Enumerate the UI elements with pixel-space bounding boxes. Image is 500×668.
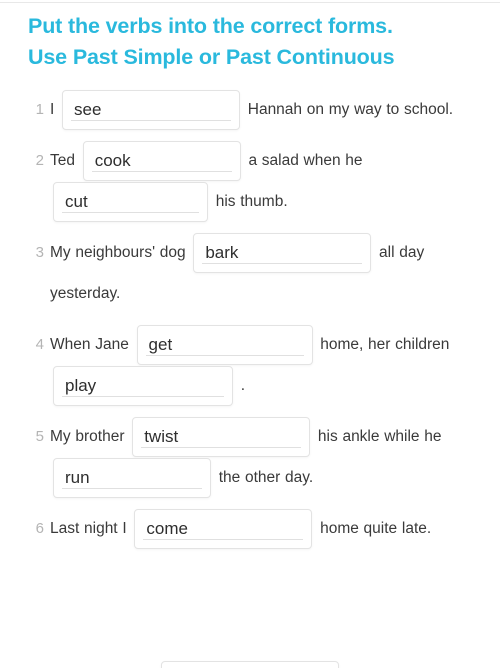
question-item-2: 2 Ted cook a salad when he cut his thumb… xyxy=(28,140,478,222)
answer-input-2b[interactable]: cut xyxy=(53,181,208,222)
answer-input-2a[interactable]: cook xyxy=(82,140,241,181)
question-text-1a: I xyxy=(50,101,55,118)
answer-value-5a: twist xyxy=(144,426,179,446)
answer-value-4a: get xyxy=(148,334,173,354)
answer-underline-2a xyxy=(91,170,232,172)
answer-input-4b[interactable]: play xyxy=(53,365,233,406)
answer-underline-4b xyxy=(62,395,224,397)
question-item-4: 4 When Jane get home, her children play … xyxy=(28,324,478,406)
answer-input-7a-partial[interactable] xyxy=(161,661,339,668)
answer-value-1a: see xyxy=(74,99,102,119)
question-text-5b: his ankle while he xyxy=(317,428,442,445)
question-item-5: 5 My brother twist his ankle while he ru… xyxy=(28,416,478,498)
answer-input-6a[interactable]: come xyxy=(134,508,313,549)
worksheet-content: Put the verbs into the correct forms. Us… xyxy=(0,0,500,549)
question-text-4a: When Jane xyxy=(50,336,129,353)
worksheet-page: Put the verbs into the correct forms. Us… xyxy=(0,0,500,668)
question-text-6b: home quite late. xyxy=(320,520,432,537)
question-text-2b: a salad when he xyxy=(248,152,363,169)
question-number-2: 2 xyxy=(35,152,44,169)
top-divider xyxy=(0,2,500,3)
question-number-1: 1 xyxy=(35,101,44,118)
question-text-6a: Last night I xyxy=(50,520,127,537)
answer-underline-1a xyxy=(71,119,232,121)
question-text-1b: Hannah on my way to school. xyxy=(247,101,454,118)
page-title: Put the verbs into the correct forms. Us… xyxy=(28,11,478,73)
answer-input-5b[interactable]: run xyxy=(53,457,211,498)
question-text-4b: home, her children xyxy=(320,336,450,353)
question-text-2a: Ted xyxy=(50,152,75,169)
answer-underline-3a xyxy=(202,262,363,264)
question-number-6: 6 xyxy=(35,520,44,537)
answer-value-4b: play xyxy=(65,375,97,395)
page-title-line-1: Put the verbs into the correct forms. xyxy=(28,14,393,38)
answer-underline-6a xyxy=(143,538,304,540)
question-list: 1 I see Hannah on my way to school. 2 Te… xyxy=(28,89,478,549)
answer-input-3a[interactable]: bark xyxy=(193,232,372,273)
answer-value-5b: run xyxy=(65,467,90,487)
answer-underline-4a xyxy=(145,354,304,356)
question-text-5a: My brother xyxy=(50,428,125,445)
answer-value-2b: cut xyxy=(65,191,88,211)
question-number-4: 4 xyxy=(35,336,44,353)
question-item-1: 1 I see Hannah on my way to school. xyxy=(28,89,478,130)
page-title-line-2: Use Past Simple or Past Continuous xyxy=(28,45,395,69)
answer-input-4a[interactable]: get xyxy=(136,324,313,365)
question-text-2c: his thumb. xyxy=(215,193,288,210)
question-text-4c: . xyxy=(240,377,246,394)
answer-underline-5b xyxy=(62,487,202,489)
question-text-3a: My neighbours' dog xyxy=(50,244,186,261)
question-text-5c: the other day. xyxy=(218,469,314,486)
answer-underline-5a xyxy=(141,446,302,448)
answer-value-3a: bark xyxy=(205,242,239,262)
answer-input-5a[interactable]: twist xyxy=(132,416,311,457)
question-item-3: 3 My neighbours' dog bark all day yester… xyxy=(28,232,478,314)
answer-input-1a[interactable]: see xyxy=(62,89,241,130)
answer-value-6a: come xyxy=(146,518,188,538)
question-number-3: 3 xyxy=(35,244,44,261)
answer-value-2a: cook xyxy=(94,150,131,170)
question-number-5: 5 xyxy=(35,428,44,445)
answer-underline-2b xyxy=(62,211,199,213)
question-item-6: 6 Last night I come home quite late. xyxy=(28,508,478,549)
